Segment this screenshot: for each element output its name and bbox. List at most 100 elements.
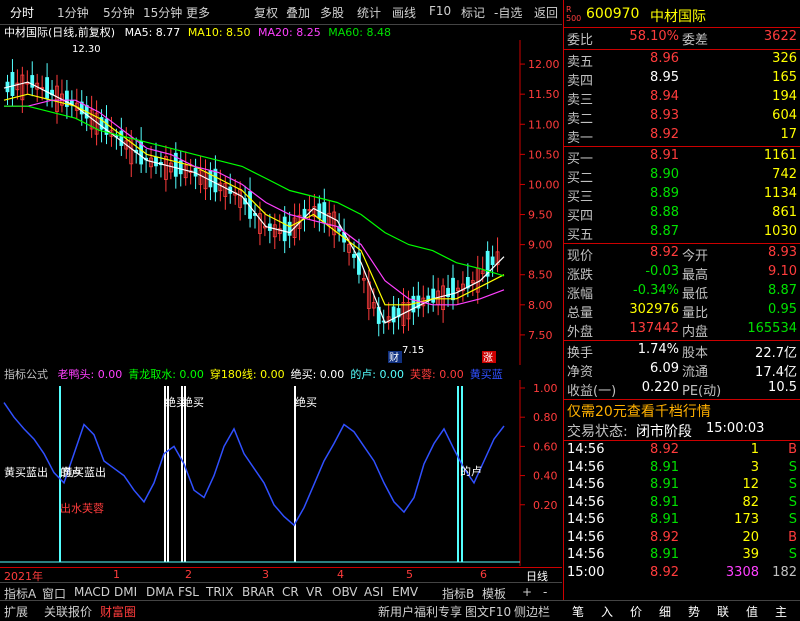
candle-body [10,71,15,96]
panel-switch-0[interactable]: 笔 [572,603,584,620]
tick-row: 15:00 8.92 3308 182 [564,565,800,582]
tab-obv[interactable]: OBV [332,585,358,599]
stat-label-2: 内盘 [682,325,709,340]
quote-header: R 500 600970 中材国际 [564,4,800,26]
panel-switch-5[interactable]: 联 [717,603,729,620]
panel-switch-2[interactable]: 价 [630,603,642,620]
f10-text-button[interactable]: 图文F10 [465,603,511,620]
fundamental-label: 净资 [567,365,594,380]
draw-line-button[interactable]: 画线 [392,4,416,21]
fundamental-label: 换手 [567,346,594,361]
tab-minus[interactable]: - [543,585,547,599]
x-label-4: 4 [337,568,344,581]
ma60-line [4,105,505,277]
ask-volume: 326 [772,51,797,66]
bid-label: 买四 [567,209,594,224]
tab-fsl[interactable]: FSL [178,585,199,599]
bid-row[interactable]: 买三 8.89 1134 [564,186,800,205]
tab-vr[interactable]: VR [306,585,323,599]
tick-time: 14:56 [567,529,605,545]
ask-row[interactable]: 卖五 8.96 326 [564,51,800,70]
bid-volume: 1134 [763,186,797,201]
mark-button[interactable]: 标记 [461,4,485,21]
tab-timeshare[interactable]: 分时 [10,4,34,21]
tick-time: 14:56 [567,459,605,475]
stats-button[interactable]: 统计 [357,4,381,21]
panel-switch-6[interactable]: 值 [746,603,758,620]
bid-row[interactable]: 买一 8.91 1161 [564,148,800,167]
bid-price: 8.87 [650,224,679,239]
new-user-welfare-link[interactable]: 新用户福利专享 [378,603,462,620]
candle-body [282,216,287,242]
tab-1min[interactable]: 1分钟 [57,4,89,21]
stat-row: 涨幅 -0.34% 最低 8.87 [564,283,800,302]
promo-row[interactable]: 仅需20元查看千档行情 [564,401,800,420]
tab-emv[interactable]: EMV [392,585,418,599]
price-tick-label: 8.00 [528,299,553,312]
bid-price: 8.88 [650,205,679,220]
bottom-bar: 扩展 关联报价 财富圈 新用户福利专享 图文F10 侧边栏 笔入价细势联值主 [0,600,800,621]
ask-row[interactable]: 卖一 8.92 17 [564,127,800,146]
ask-row[interactable]: 卖二 8.93 604 [564,108,800,127]
ask-volume: 165 [772,70,797,85]
wealth-circle-button[interactable]: 财富圈 [100,603,136,620]
related-quote-button[interactable]: 关联报价 [44,603,92,620]
panel-switch-3[interactable]: 细 [659,603,671,620]
candle-body [287,221,292,236]
fundamental-row: 净资 6.09 流通 17.4亿 [564,361,800,380]
bid-row[interactable]: 买四 8.88 861 [564,205,800,224]
candle-body [431,288,436,303]
tab-trix[interactable]: TRIX [206,585,233,599]
overlay-button[interactable]: 叠加 [286,4,310,21]
bid-row[interactable]: 买五 8.87 1030 [564,224,800,243]
stat-value-2: 8.93 [768,245,797,260]
kline-chart[interactable]: 12.00 11.50 11.00 10.50 10.00 9.50 9.00 8.50 8.0… [0,40,562,365]
ask-row[interactable]: 卖三 8.94 194 [564,89,800,108]
panel-switch-1[interactable]: 入 [601,603,613,620]
sidebar-button[interactable]: 侧边栏 [514,603,550,620]
tick-row: 14:56 8.91 3 S [564,460,800,477]
stat-value-2: 0.95 [768,302,797,317]
panel-switch-4[interactable]: 势 [688,603,700,620]
stat-value-2: 9.10 [768,264,797,279]
multi-stock-button[interactable]: 多股 [320,4,344,21]
bid-row[interactable]: 买二 8.90 742 [564,167,800,186]
back-button[interactable]: 返回 [534,4,558,21]
ind-text-1: 黄买蓝出 [4,465,48,479]
candle-body [154,156,158,167]
ma60-label: MA60: 8.48 [328,26,391,39]
tab-5min[interactable]: 5分钟 [103,4,135,21]
expand-button[interactable]: 扩展 [4,603,28,620]
tab-plus[interactable]: + [522,585,532,599]
tab-brar[interactable]: BRAR [242,585,275,599]
bid-price: 8.91 [650,148,679,163]
price-tick-label: 9.50 [528,209,553,222]
f10-button[interactable]: F10 [429,4,451,18]
fuquan-button[interactable]: 复权 [254,4,278,21]
indicator-chart[interactable]: 1.00 0.80 0.60 0.40 0.20 黄买蓝出 的卢 黄买蓝出 出水芙蓉 绝… [0,380,562,566]
ask-row[interactable]: 卖四 8.95 165 [564,70,800,89]
tab-asi[interactable]: ASI [364,585,383,599]
tab-dmi[interactable]: DMI [114,585,137,599]
tab-15min[interactable]: 15分钟 [143,4,182,21]
panel-switch-7[interactable]: 主 [775,603,787,620]
tab-cr[interactable]: CR [282,585,299,599]
promo-text[interactable]: 仅需20元查看千档行情 [567,401,711,421]
stat-label-2: 最高 [682,268,709,283]
more-button[interactable]: 更多 [186,4,210,21]
fundamental-label: 收益(一) [567,384,617,399]
ma-lines [3,81,505,324]
stock-code: 600970 [586,6,640,22]
ask-price: 8.93 [650,108,679,123]
zhang-badge-text: 涨 [483,352,493,364]
tick-side: 182 [772,564,797,580]
tab-dma[interactable]: DMA [146,585,174,599]
price-axis: 12.00 11.50 11.00 10.50 10.00 9.50 9.00 8.50 8.0… [520,58,560,342]
tab-macd[interactable]: MACD [74,585,110,599]
add-favorite-button[interactable]: -自选 [494,4,522,21]
ma10-line [3,93,505,306]
tick-time: 15:00 [567,564,605,580]
stat-value-2: 165534 [747,321,797,336]
price-tick-label: 9.00 [528,239,553,252]
price-tick-label: 8.50 [528,269,553,282]
